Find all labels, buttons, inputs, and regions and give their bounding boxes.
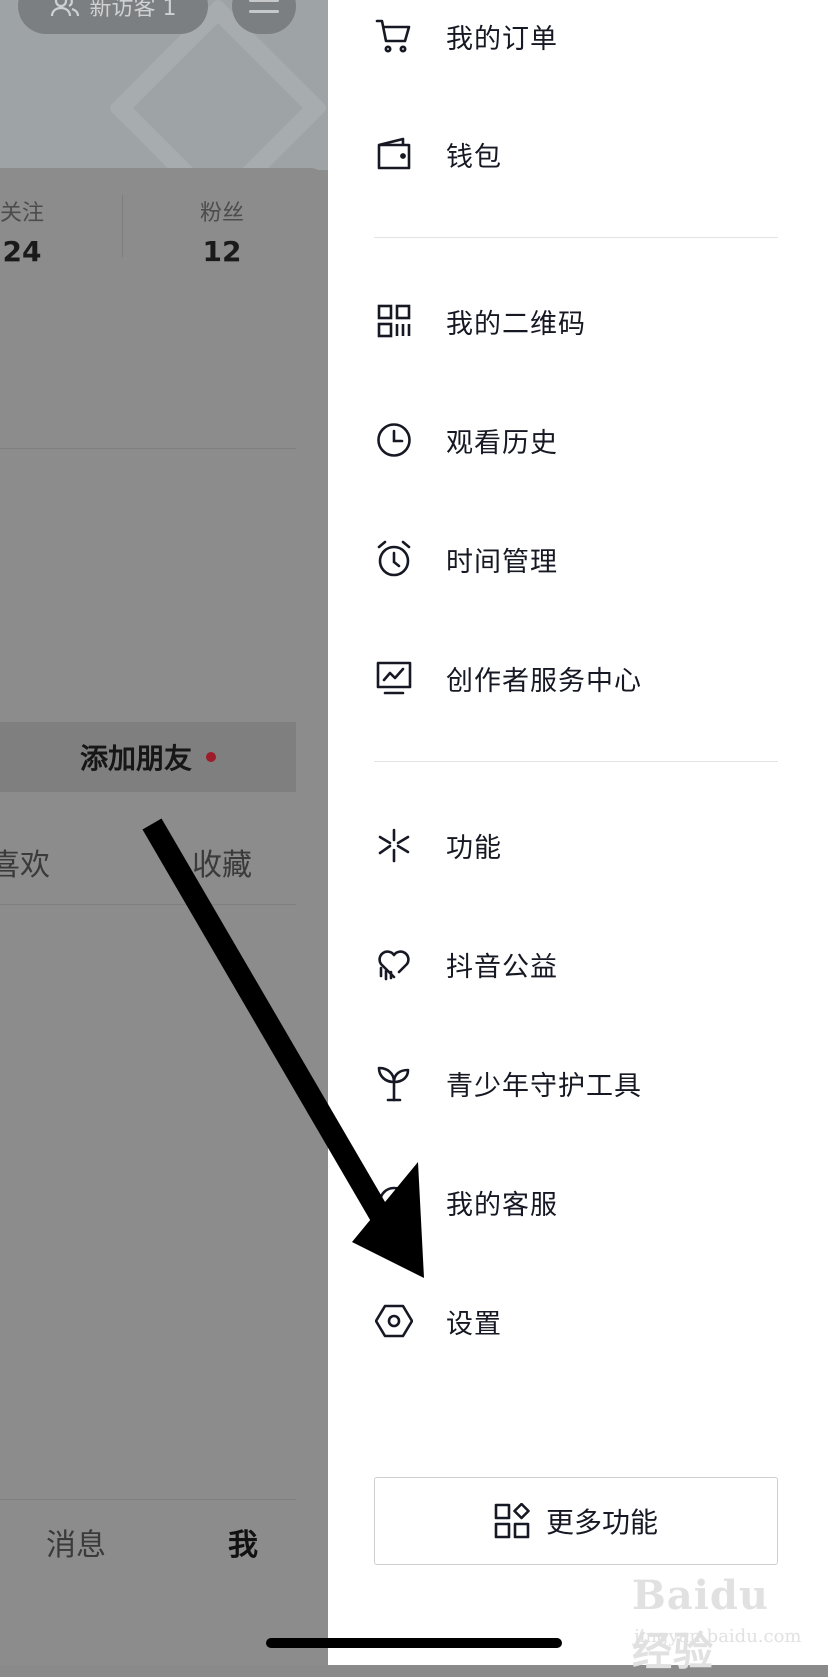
wallet-icon bbox=[374, 134, 414, 174]
followers-count: 12 bbox=[202, 235, 242, 268]
menu-item-orders[interactable]: 我的订单 bbox=[374, 6, 794, 66]
menu-icon bbox=[249, 0, 279, 2]
menu-item-label: 我的二维码 bbox=[446, 308, 586, 340]
following-stat[interactable]: 关注 24 bbox=[0, 195, 62, 268]
followers-label: 粉丝 bbox=[199, 201, 244, 226]
followers-stat[interactable]: 粉丝 12 bbox=[182, 195, 262, 268]
profile-page-dimmed[interactable]: 新访客 1 关注 24 粉丝 12 添加朋友 喜欢 收藏 消息 我 bbox=[0, 0, 328, 1665]
cart-icon bbox=[374, 16, 414, 56]
watermark-url: jingyan.baidu.com bbox=[634, 1626, 802, 1647]
bottom-bar-divider bbox=[0, 1499, 296, 1500]
menu-item-label: 观看历史 bbox=[446, 427, 558, 459]
menu-item-features[interactable]: 功能 bbox=[374, 815, 794, 875]
profile-card bbox=[0, 168, 328, 1665]
headset-icon bbox=[374, 1182, 414, 1222]
hexagon-gear-icon bbox=[374, 1301, 414, 1341]
clock-icon bbox=[374, 420, 414, 460]
menu-item-label: 抖音公益 bbox=[446, 951, 558, 983]
section-divider bbox=[0, 448, 296, 449]
watermark-brand: Baidu经验 bbox=[632, 1572, 769, 1675]
menu-item-label: 我的订单 bbox=[446, 23, 558, 55]
menu-item-label: 创作者服务中心 bbox=[446, 665, 642, 697]
menu-item-watch-history[interactable]: 观看历史 bbox=[374, 410, 794, 470]
notification-dot bbox=[206, 752, 216, 762]
menu-item-creator-center[interactable]: 创作者服务中心 bbox=[374, 648, 794, 708]
menu-item-label: 设置 bbox=[446, 1308, 502, 1340]
add-friend-button[interactable]: 添加朋友 bbox=[0, 722, 296, 792]
following-label: 关注 bbox=[0, 201, 44, 226]
menu-item-customer-service[interactable]: 我的客服 bbox=[374, 1172, 794, 1232]
home-indicator[interactable] bbox=[266, 1638, 562, 1648]
add-friend-label: 添加朋友 bbox=[79, 742, 192, 775]
new-visitor-button[interactable]: 新访客 1 bbox=[18, 0, 208, 34]
heart-rain-icon bbox=[374, 944, 414, 984]
menu-item-label: 时间管理 bbox=[446, 546, 558, 578]
more-features-button[interactable]: 更多功能 bbox=[374, 1477, 778, 1565]
tab-favorites[interactable]: 收藏 bbox=[192, 840, 252, 884]
baidu-watermark: Baidu经验 jingyan.baidu.com bbox=[632, 1572, 802, 1675]
sprout-icon bbox=[374, 1063, 414, 1103]
sparkle-icon bbox=[374, 825, 414, 865]
side-drawer: 我的订单 钱包 我的二维码 观看历史 时间管理 创作者服务中心 功能 抖音公益 … bbox=[328, 0, 828, 1675]
grid-apps-icon bbox=[494, 1503, 530, 1539]
drawer-divider bbox=[374, 761, 778, 762]
drawer-divider bbox=[374, 237, 778, 238]
more-features-label: 更多功能 bbox=[545, 1506, 658, 1539]
alarm-icon bbox=[374, 539, 414, 579]
menu-item-label: 钱包 bbox=[446, 141, 502, 173]
tab-messages[interactable]: 消息 bbox=[46, 1520, 106, 1564]
new-visitor-label: 新访客 1 bbox=[89, 0, 177, 21]
menu-item-settings[interactable]: 设置 bbox=[374, 1291, 794, 1351]
people-icon bbox=[50, 0, 79, 17]
qr-code-icon bbox=[374, 301, 414, 341]
stat-divider bbox=[122, 195, 123, 257]
menu-item-time-management[interactable]: 时间管理 bbox=[374, 529, 794, 589]
menu-item-qr-code[interactable]: 我的二维码 bbox=[374, 291, 794, 351]
menu-item-label: 我的客服 bbox=[446, 1189, 558, 1221]
following-count: 24 bbox=[2, 235, 42, 268]
monitor-chart-icon bbox=[374, 658, 414, 698]
tab-me[interactable]: 我 bbox=[228, 1520, 258, 1564]
menu-item-teen-protection[interactable]: 青少年守护工具 bbox=[374, 1053, 794, 1113]
menu-item-label: 青少年守护工具 bbox=[446, 1070, 642, 1102]
tab-likes[interactable]: 喜欢 bbox=[0, 840, 50, 884]
menu-item-wallet[interactable]: 钱包 bbox=[374, 124, 794, 184]
tabs-divider bbox=[0, 904, 296, 905]
menu-item-label: 功能 bbox=[446, 832, 502, 864]
menu-item-charity[interactable]: 抖音公益 bbox=[374, 934, 794, 994]
